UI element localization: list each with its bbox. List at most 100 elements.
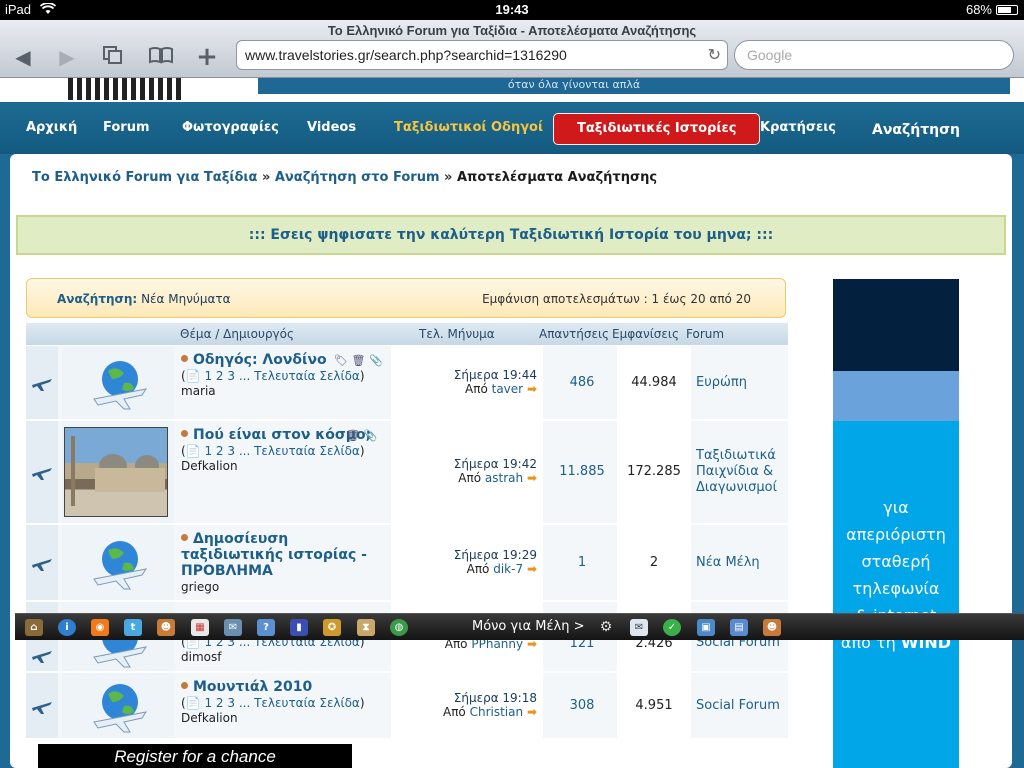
home-icon[interactable]: ⌂ xyxy=(25,619,43,636)
bookmarks-icon[interactable] xyxy=(146,45,176,69)
nav-photos[interactable]: Φωτογραφίες xyxy=(182,120,279,135)
replies-cell: 308 xyxy=(547,673,617,738)
breadcrumb-home[interactable]: Το Ελληνικό Forum για Ταξίδια xyxy=(32,170,257,185)
last-post-cell: Σήμερα 19:29 Από dik-7 ➡ xyxy=(391,525,543,600)
goto-last-icon[interactable]: ➡ xyxy=(527,382,537,396)
last-post-user[interactable]: taver xyxy=(492,382,523,396)
page-links[interactable]: 1 2 3 ... xyxy=(204,369,250,383)
forum-link[interactable]: Ευρώπη xyxy=(696,375,747,391)
topic-cell: Μουντιάλ 2010 (📄 1 2 3 ... Τελευταία Σελ… xyxy=(181,679,377,725)
globe-icon[interactable]: ◍ xyxy=(390,619,408,636)
nav-travel-stories[interactable]: Ταξιδιωτικές Ιστορίες xyxy=(553,113,761,145)
book-icon[interactable]: ▤ xyxy=(730,619,748,636)
search-summary: Αναζήτηση: Νέα Μηνύματα Εμφάνιση αποτελε… xyxy=(26,278,786,318)
award-icon[interactable]: ✪ xyxy=(323,619,341,636)
topic-author[interactable]: maria xyxy=(181,384,377,398)
forum-link[interactable]: Ταξιδιωτικά Παιχνίδια & Διαγωνισμοί xyxy=(696,448,788,496)
rome-photo xyxy=(64,427,168,517)
topic-author[interactable]: Defkalion xyxy=(181,711,377,725)
battery-icon xyxy=(996,5,1018,15)
topic-thumbnail[interactable] xyxy=(62,673,174,738)
topic-thumbnail[interactable] xyxy=(62,421,174,523)
calendar-icon[interactable]: ▦ xyxy=(191,619,209,636)
user-icon[interactable]: ☻ xyxy=(763,619,781,636)
mail-icon[interactable]: ✉ xyxy=(630,619,648,636)
last-page-link[interactable]: Τελευταία Σελίδα xyxy=(254,369,360,383)
topic-pages: (📄 1 2 3 ... Τελευταία Σελίδα) xyxy=(181,696,365,710)
help-icon[interactable]: ? xyxy=(257,619,275,636)
search-label-value: Νέα Μηνύματα xyxy=(141,292,231,306)
ad-top xyxy=(833,279,959,371)
forward-icon[interactable]: ▶ xyxy=(52,45,82,69)
status-bar: iPad 19:43 68% xyxy=(0,0,1024,20)
globe-plane-icon xyxy=(93,540,148,589)
globe-plane-icon xyxy=(93,683,148,732)
topic-author[interactable]: dimosf xyxy=(181,650,377,664)
members-toolbar: ⌂ i ◉ t ☻ ▦ ✉ ? ▮ ✪ ⧗ ◍ Μόνο για Μέλη > … xyxy=(15,613,1024,640)
last-post-user[interactable]: astrah xyxy=(485,471,523,485)
topic-cell: Δημοσίευση ταξιδιωτικής ιστορίας - ΠΡΟΒΛ… xyxy=(181,531,377,594)
col-topic: Θέμα / Δημιουργός xyxy=(180,327,295,341)
topic-title[interactable]: Μουντιάλ 2010 xyxy=(181,679,377,695)
twitter-icon[interactable]: t xyxy=(124,619,142,636)
forum-link[interactable]: Νέα Μέλη xyxy=(696,555,760,571)
nav-videos[interactable]: Videos xyxy=(307,120,356,135)
pages-icon: 📄 xyxy=(185,444,201,458)
attachment-icon: 📎 xyxy=(368,354,383,367)
slogan-text: όταν όλα γίνονται απλά xyxy=(507,78,641,91)
url-field[interactable]: www.travelstories.gr/search.php?searchid… xyxy=(236,40,728,70)
topic-thumbnail[interactable] xyxy=(62,346,174,419)
last-page-link[interactable]: Τελευταία Σελίδα xyxy=(254,444,360,458)
site-logo[interactable] xyxy=(68,78,182,100)
search-input[interactable]: Google xyxy=(734,40,1014,70)
last-page-link[interactable]: Τελευταία Σελίδα xyxy=(254,696,360,710)
wind-advertisement[interactable]: για απεριόριστη σταθερή τηλεφωνία & inte… xyxy=(833,279,959,768)
reload-icon[interactable]: ↻ xyxy=(708,45,721,65)
goto-last-icon[interactable]: ➡ xyxy=(527,705,537,719)
poll-banner[interactable]: ::: Εσεις ψηφισατε την καλύτερη Ταξιδιωτ… xyxy=(16,215,1006,255)
rss-icon[interactable]: ◉ xyxy=(91,619,109,636)
info-icon[interactable]: i xyxy=(58,619,76,636)
last-post-time: Σήμερα 19:42 xyxy=(453,457,537,471)
last-post-time: Σήμερα 19:18 xyxy=(453,690,537,705)
replies-cell: 11.885 xyxy=(547,421,617,523)
tabs-icon[interactable] xyxy=(98,45,128,69)
bullet-icon xyxy=(181,682,188,689)
register-banner[interactable]: Register for a chance xyxy=(38,744,352,768)
forum-cell: Νέα Μέλη xyxy=(696,525,788,600)
page-links[interactable]: 1 2 3 ... xyxy=(204,696,250,710)
search-label-key: Αναζήτηση: xyxy=(57,292,138,306)
goto-last-icon[interactable]: ➡ xyxy=(527,562,537,576)
ad-band xyxy=(833,371,959,421)
chat-icon[interactable]: ✉ xyxy=(224,619,242,636)
goto-last-icon[interactable]: ➡ xyxy=(527,471,537,485)
check-icon[interactable]: ✓ xyxy=(663,619,681,636)
nav-forum[interactable]: Forum xyxy=(103,120,150,135)
add-icon[interactable]: + xyxy=(192,44,222,70)
members-only-link[interactable]: Μόνο για Μέλη > xyxy=(472,619,585,634)
photo-icon[interactable]: ▣ xyxy=(697,619,715,636)
users-icon[interactable]: ☻ xyxy=(157,619,175,636)
back-icon[interactable]: ◀ xyxy=(8,45,38,69)
pages-icon: 📄 xyxy=(185,696,201,710)
nav-search[interactable]: Αναζήτηση xyxy=(872,122,960,138)
last-post-user[interactable]: Christian xyxy=(470,705,524,719)
topic-thumbnail[interactable] xyxy=(62,525,174,600)
plane-icon xyxy=(32,701,52,714)
nav-bookings[interactable]: Κρατήσεις xyxy=(760,120,836,135)
topic-author[interactable]: Defkalion xyxy=(181,459,377,473)
stats-icon[interactable]: ▮ xyxy=(290,619,308,636)
topic-title[interactable]: Δημοσίευση ταξιδιωτικής ιστορίας - ΠΡΟΒΛ… xyxy=(181,531,377,579)
hourglass-icon[interactable]: ⧗ xyxy=(357,619,375,636)
clock: 19:43 xyxy=(495,2,529,17)
breadcrumb-separator: » xyxy=(444,170,453,185)
gear-icon[interactable]: ⚙ xyxy=(597,619,615,636)
topic-author[interactable]: griego xyxy=(181,580,377,594)
breadcrumb-search[interactable]: Αναζήτηση στο Forum xyxy=(275,170,440,185)
nav-home[interactable]: Αρχική xyxy=(26,120,77,135)
forum-link[interactable]: Social Forum xyxy=(696,698,780,714)
last-post-user[interactable]: dik-7 xyxy=(493,562,523,576)
nav-travel-guides[interactable]: Ταξιδιωτικοί Οδηγοί xyxy=(394,120,543,135)
page-links[interactable]: 1 2 3 ... xyxy=(204,444,250,458)
replies-cell: 1 xyxy=(547,525,617,600)
